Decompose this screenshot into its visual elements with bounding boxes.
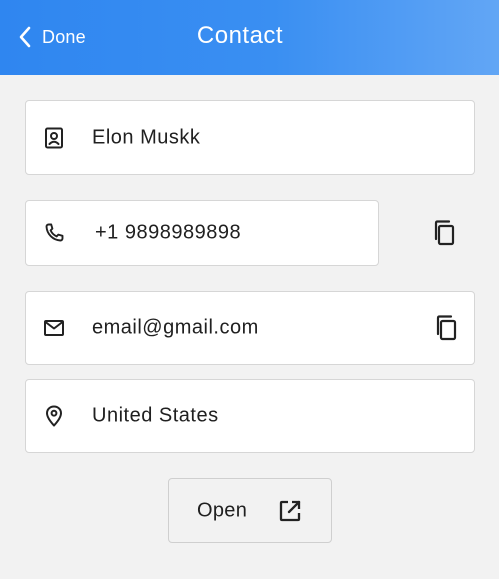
mail-icon bbox=[42, 316, 66, 340]
location-pin-icon bbox=[42, 404, 66, 428]
location-value: United States bbox=[92, 404, 219, 427]
copy-icon bbox=[430, 218, 460, 248]
copy-phone-button[interactable] bbox=[430, 218, 460, 248]
copy-icon bbox=[432, 313, 462, 343]
copy-email-button[interactable] bbox=[432, 313, 462, 343]
open-external-icon bbox=[277, 498, 303, 524]
name-value: Elon Muskk bbox=[92, 126, 201, 148]
open-label: Open bbox=[197, 499, 248, 521]
page-title: Contact bbox=[196, 22, 284, 49]
phone-field[interactable]: +1 9898989898 bbox=[25, 200, 379, 266]
phone-icon bbox=[42, 221, 66, 245]
app-header: Done Contact bbox=[0, 0, 499, 75]
email-value: email@gmail.com bbox=[92, 316, 259, 339]
contact-card-icon bbox=[42, 126, 66, 150]
name-field[interactable]: Elon Muskk bbox=[25, 100, 475, 175]
email-field[interactable]: email@gmail.com bbox=[25, 291, 475, 365]
phone-value: +1 9898989898 bbox=[95, 221, 242, 244]
open-button[interactable]: Open bbox=[168, 478, 332, 543]
location-field[interactable]: United States bbox=[25, 379, 475, 453]
